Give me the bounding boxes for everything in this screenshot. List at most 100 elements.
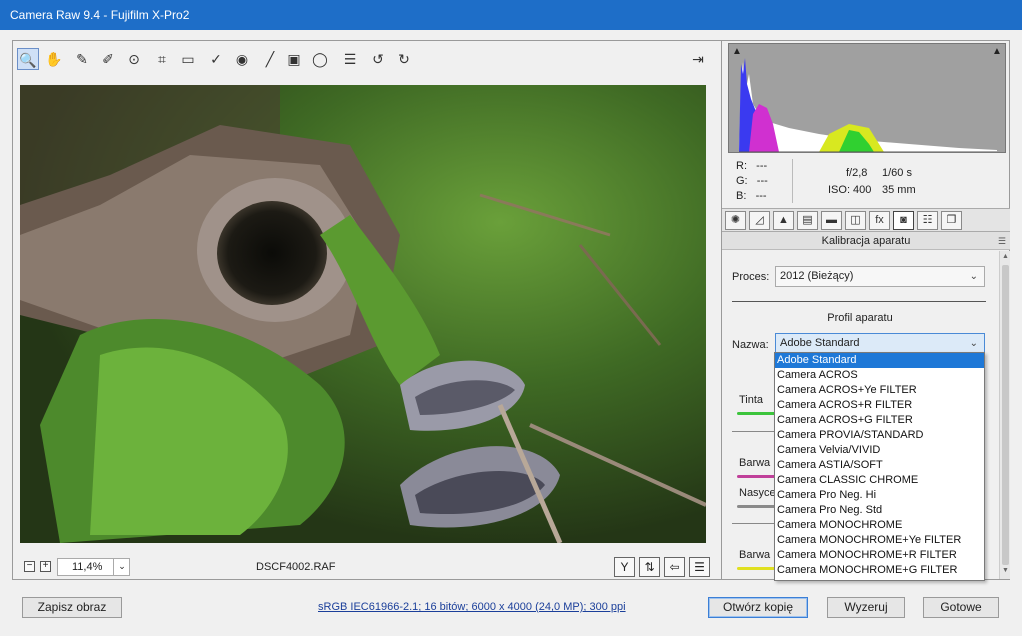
hsl-tab-icon[interactable]: ▤ xyxy=(797,211,818,230)
graduated-filter-icon[interactable]: ▣ xyxy=(283,48,305,70)
split-toning-tab-icon[interactable]: ▬ xyxy=(821,211,842,230)
focal-length-value: 35 mm xyxy=(882,184,916,196)
file-name: DSCF4002.RAF xyxy=(256,561,336,573)
profile-option[interactable]: Camera ACROS+G FILTER xyxy=(775,413,984,428)
toolbar: 🔍 ✋ ✎ ✐ ⊙ ⌗ ▭ ✓ ◉ ╱ ▣ ◯ ☰ ↺ ↻ xyxy=(13,41,717,79)
profile-option[interactable]: Camera MONOCHROME xyxy=(775,518,984,533)
aperture-value: f/2,8 xyxy=(846,167,868,179)
zoom-dropdown-icon[interactable]: ⌄ xyxy=(113,558,130,576)
rotate-left-icon[interactable]: ↺ xyxy=(367,48,389,70)
red-saturation-slider[interactable] xyxy=(737,505,777,508)
red-hue-slider[interactable] xyxy=(737,475,777,478)
chevron-down-icon: ⌄ xyxy=(969,338,978,349)
panel-menu-icon[interactable]: ☰ xyxy=(998,232,1006,250)
histogram: ▲ ▲ xyxy=(728,43,1006,153)
slider-label-tint: Tinta xyxy=(739,394,764,406)
shutter-value: 1/60 s xyxy=(882,167,912,179)
tone-curve-tab-icon[interactable]: ◿ xyxy=(749,211,770,230)
effects-tab-icon[interactable]: fx xyxy=(869,211,890,230)
profile-option[interactable]: Camera PROVIA/STANDARD xyxy=(775,428,984,443)
highlight-clipping-icon[interactable]: ▲ xyxy=(990,46,1004,58)
g-value: --- xyxy=(756,175,768,187)
blue-hue-slider[interactable] xyxy=(737,567,777,570)
profile-option[interactable]: Adobe Standard xyxy=(775,353,984,368)
detail-tab-icon[interactable]: ▲ xyxy=(773,211,794,230)
r-label: R: xyxy=(736,160,747,172)
rotate-right-icon[interactable]: ↻ xyxy=(393,48,415,70)
zoom-in-button[interactable]: + xyxy=(40,561,51,572)
hand-icon[interactable]: ✋ xyxy=(43,48,65,70)
workflow-options-link[interactable]: sRGB IEC61966-2.1; 16 bitów; 6000 x 4000… xyxy=(318,601,626,613)
panel-header: Kalibracja aparatu ☰ xyxy=(722,232,1010,250)
profile-option[interactable]: Camera ACROS xyxy=(775,368,984,383)
crop-icon[interactable]: ⌗ xyxy=(151,48,173,70)
g-label: G: xyxy=(736,175,748,187)
swap-settings-icon[interactable]: ⇦ xyxy=(664,557,685,577)
save-image-button[interactable]: Zapisz obraz xyxy=(22,597,122,618)
profile-name-select[interactable]: Adobe Standard ⌄ xyxy=(775,333,985,354)
red-eye-icon[interactable]: ◉ xyxy=(231,48,253,70)
toggle-before-after-icon[interactable]: ⇅ xyxy=(639,557,660,577)
profile-option[interactable]: Camera Velvia/VIVID xyxy=(775,443,984,458)
profile-option[interactable]: Camera MONOCHROME+R FILTER xyxy=(775,548,984,563)
profile-option[interactable]: Camera ACROS+Ye FILTER xyxy=(775,383,984,398)
basic-tab-icon[interactable]: ✺ xyxy=(725,211,746,230)
profile-option[interactable]: Camera MONOCHROME+G FILTER xyxy=(775,563,984,578)
profile-option[interactable]: Camera ASTIA/SOFT xyxy=(775,458,984,473)
iso-value: ISO: 400 xyxy=(828,184,872,196)
shadow-clipping-icon[interactable]: ▲ xyxy=(730,46,744,58)
window-title: Camera Raw 9.4 - Fujifilm X-Pro2 xyxy=(0,0,1022,30)
panel-title: Kalibracja aparatu xyxy=(821,235,911,247)
profile-option[interactable]: Camera Pro Neg. Std xyxy=(775,503,984,518)
open-copy-button[interactable]: Otwórz kopię xyxy=(708,597,808,618)
r-value: --- xyxy=(756,160,768,172)
zoom-level-value: 11,4% xyxy=(72,561,103,573)
b-value: --- xyxy=(755,190,767,202)
zoom-icon[interactable]: 🔍 xyxy=(17,48,39,70)
done-button[interactable]: Gotowe xyxy=(923,597,999,618)
filter-icon[interactable]: Y xyxy=(614,557,635,577)
panel-scrollbar[interactable]: ▲ ▼ xyxy=(999,251,1010,579)
scroll-down-icon[interactable]: ▼ xyxy=(1000,567,1011,574)
profile-option[interactable]: Camera ACROS+R FILTER xyxy=(775,398,984,413)
preferences-icon[interactable]: ☰ xyxy=(339,48,361,70)
b-label: B: xyxy=(736,190,747,202)
snapshots-tab-icon[interactable]: ❐ xyxy=(941,211,962,230)
zoom-out-button[interactable]: − xyxy=(24,561,35,572)
camera-calibration-tab-icon[interactable]: ◙ xyxy=(893,211,914,230)
profile-dropdown-list: Adobe Standard Camera ACROS Camera ACROS+Y… xyxy=(774,352,985,581)
profile-option[interactable]: Camera MONOCHROME+Ye FILTER xyxy=(775,533,984,548)
export-icon[interactable]: ⇥ xyxy=(687,48,709,70)
image-preview[interactable] xyxy=(20,85,706,543)
lens-corrections-tab-icon[interactable]: ◫ xyxy=(845,211,866,230)
pixel-readout: R: --- G: --- B: --- f/2,8 1/60 s ISO: 4… xyxy=(732,159,1002,203)
process-select[interactable]: 2012 (Bieżący) ⌄ xyxy=(775,266,985,287)
slider-label-hue-2: Barwa xyxy=(739,549,771,561)
profile-name-label: Nazwa: xyxy=(732,339,769,351)
preview-pane: 🔍 ✋ ✎ ✐ ⊙ ⌗ ▭ ✓ ◉ ╱ ▣ ◯ ☰ ↺ ↻ ⇥ − + 11,4… xyxy=(13,41,717,579)
divider xyxy=(732,301,986,302)
scrollbar-thumb[interactable] xyxy=(1002,265,1009,565)
profile-name-value: Adobe Standard xyxy=(780,337,860,349)
scroll-up-icon[interactable]: ▲ xyxy=(1000,253,1011,260)
profile-option[interactable]: Camera Pro Neg. Hi xyxy=(775,488,984,503)
process-label: Proces: xyxy=(732,271,770,283)
panel-tabs: ✺ ◿ ▲ ▤ ▬ ◫ fx ◙ ☷ ❐ xyxy=(722,208,1010,232)
targeted-adjustment-icon[interactable]: ⊙ xyxy=(123,48,145,70)
status-bar: − + 11,4% ⌄ DSCF4002.RAF Y ⇅ ⇦ ☰ xyxy=(13,555,717,579)
readout-separator xyxy=(792,159,793,203)
spot-removal-icon[interactable]: ✓ xyxy=(205,48,227,70)
tint-slider[interactable] xyxy=(737,412,777,415)
color-sampler-icon[interactable]: ✐ xyxy=(97,48,119,70)
preview-preferences-icon[interactable]: ☰ xyxy=(689,557,710,577)
adjustment-brush-icon[interactable]: ╱ xyxy=(259,48,281,70)
radial-filter-icon[interactable]: ◯ xyxy=(309,48,331,70)
process-value: 2012 (Bieżący) xyxy=(780,270,854,282)
white-balance-icon[interactable]: ✎ xyxy=(71,48,93,70)
profile-option[interactable]: Camera CLASSIC CHROME xyxy=(775,473,984,488)
camera-profile-heading: Profil aparatu xyxy=(827,312,893,324)
straighten-icon[interactable]: ▭ xyxy=(177,48,199,70)
reset-button[interactable]: Wyzeruj xyxy=(827,597,905,618)
slider-label-hue: Barwa xyxy=(739,457,771,469)
presets-tab-icon[interactable]: ☷ xyxy=(917,211,938,230)
